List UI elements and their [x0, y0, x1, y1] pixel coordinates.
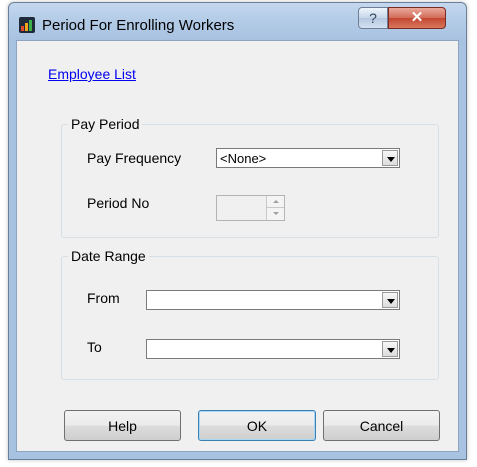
- dialog-client-area: [16, 40, 459, 452]
- chevron-down-icon[interactable]: [382, 150, 398, 166]
- pay-frequency-label: Pay Frequency: [87, 150, 182, 166]
- pay-frequency-value: <None>: [220, 151, 267, 166]
- from-date-select[interactable]: [146, 290, 400, 310]
- cancel-button[interactable]: Cancel: [323, 410, 440, 441]
- close-button[interactable]: ✕: [388, 7, 446, 29]
- pay-period-legend: Pay Period: [71, 116, 140, 132]
- ok-button[interactable]: OK: [198, 410, 316, 441]
- help-button[interactable]: Help: [64, 410, 181, 441]
- from-label: From: [87, 290, 120, 306]
- pay-frequency-select[interactable]: <None>: [216, 148, 400, 168]
- date-range-legend: Date Range: [71, 248, 146, 264]
- period-no-label: Period No: [87, 195, 150, 211]
- employee-list-link[interactable]: Employee List: [48, 66, 136, 82]
- spin-down-icon[interactable]: [266, 208, 284, 220]
- period-no-spinner[interactable]: [216, 195, 285, 221]
- spin-up-icon[interactable]: [266, 196, 284, 208]
- chevron-down-icon[interactable]: [382, 292, 398, 308]
- date-range-group: Date Range: [61, 248, 439, 380]
- chart-app-icon: [19, 17, 35, 33]
- window-title: Period For Enrolling Workers: [42, 17, 235, 34]
- to-label: To: [87, 339, 102, 355]
- to-date-select[interactable]: [146, 339, 400, 359]
- help-title-button[interactable]: ?: [358, 7, 388, 29]
- chevron-down-icon[interactable]: [382, 341, 398, 357]
